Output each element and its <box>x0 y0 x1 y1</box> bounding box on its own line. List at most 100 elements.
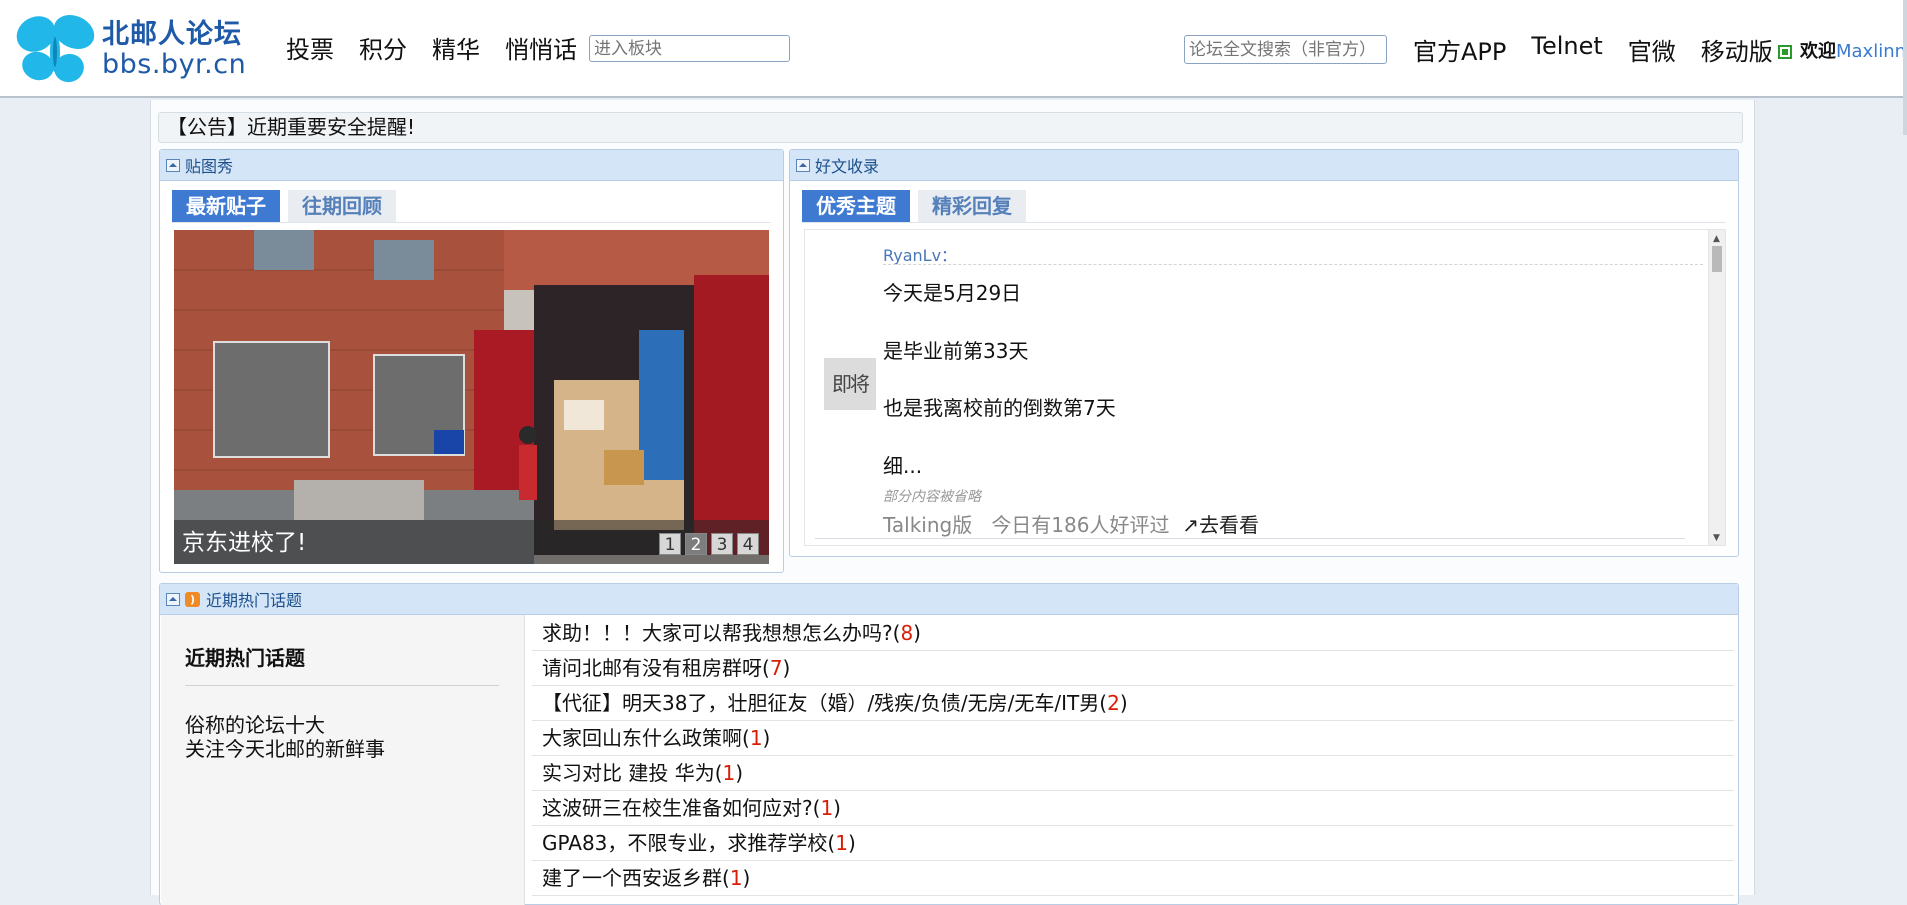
hot-topics-panel-title: 近期热门话题 <box>206 591 303 610</box>
butterfly-logo-icon[interactable] <box>14 12 98 88</box>
tab-latest-posts[interactable]: 最新贴子 <box>172 190 280 222</box>
hot-topics-desc: 俗称的论坛十大 关注今天北邮的新鲜事 <box>185 713 385 761</box>
reply-count: 8 <box>900 621 914 645</box>
pager-page-2[interactable]: 2 <box>685 533 707 555</box>
site-header: 北邮人论坛 bbs.byr.cn 投票 积分 精华 悄悄话 官方APP Teln… <box>0 0 1907 98</box>
post-line-2: 是毕业前第33天 <box>883 339 1029 363</box>
list-item[interactable]: 求助！！！大家可以帮我想想怎么办吗?(8) <box>532 616 1734 651</box>
reply-count: 1 <box>749 726 763 750</box>
reply-count: 1 <box>729 866 743 890</box>
pic-show-header: 贴图秀 <box>160 150 783 181</box>
good-posts-header: 好文收录 <box>790 150 1738 181</box>
topic-title[interactable]: 【代征】明天38了，壮胆征友（婚）/残疾/负债/无房/无车/IT男 <box>542 691 1099 715</box>
post-line-4: 细... <box>883 454 923 478</box>
hot-topics-header: ) 近期热门话题 <box>160 584 1738 615</box>
scroll-up-icon[interactable]: ▲ <box>1713 234 1720 244</box>
topic-title[interactable]: 建了一个西安返乡群 <box>542 866 722 890</box>
tab-wonderful-replies[interactable]: 精彩回复 <box>918 190 1026 222</box>
photo-pager: 1 2 3 4 <box>659 533 759 555</box>
reply-count: 7 <box>769 656 783 680</box>
tab-divider <box>172 222 771 223</box>
nav-messages[interactable]: 悄悄话 <box>505 30 577 65</box>
author-divider <box>883 264 1703 265</box>
reply-count: 1 <box>835 831 848 855</box>
post-divider <box>815 538 1685 539</box>
board-link[interactable]: Talking版 <box>883 513 972 537</box>
collapse-icon[interactable] <box>166 593 180 606</box>
fulltext-search-input[interactable] <box>1184 35 1387 64</box>
post-line-1: 今天是5月29日 <box>883 281 1022 305</box>
hot-topics-list: 求助！！！大家可以帮我想想怎么办吗?(8) 请问北邮有没有租房群呀(7) 【代征… <box>532 616 1734 896</box>
hot-topics-title: 近期热门话题 <box>185 646 305 670</box>
author-suffix: ： <box>941 246 958 265</box>
list-item[interactable]: 大家回山东什么政策啊(1) <box>532 721 1734 756</box>
post-author[interactable]: RyanLv： <box>883 242 957 266</box>
nav-official-app[interactable]: 官方APP <box>1413 32 1506 67</box>
list-item[interactable]: GPA83，不限专业，求推荐学校(1) <box>532 826 1734 861</box>
post-line-3: 也是我离校前的倒数第7天 <box>883 396 1116 420</box>
author-name[interactable]: RyanLv <box>883 246 941 265</box>
scroll-down-icon[interactable]: ▼ <box>1713 533 1720 543</box>
hot-topics-sidebar: 近期热门话题 俗称的论坛十大 关注今天北邮的新鲜事 <box>161 615 525 905</box>
logo-domain: bbs.byr.cn <box>102 49 247 80</box>
tab-excellent-topics[interactable]: 优秀主题 <box>802 190 910 222</box>
featured-photo[interactable]: 京东进校了! 1 2 3 4 <box>174 230 769 564</box>
scroll-thumb[interactable] <box>1712 246 1722 272</box>
welcome-area: 欢迎Maxlinn <box>1778 37 1906 63</box>
topic-title[interactable]: 实习对比 建投 华为 <box>542 761 715 785</box>
collapse-icon[interactable] <box>166 159 180 172</box>
post-avatar[interactable]: 即将美好 <box>824 358 876 410</box>
page-scrollbar[interactable] <box>1903 0 1907 135</box>
collapse-icon[interactable] <box>796 159 810 172</box>
goto-link[interactable]: ↗去看看 <box>1182 513 1259 537</box>
post-footer: Talking版 今日有186人好评过 ↗去看看 <box>883 509 1259 538</box>
username-link[interactable]: Maxlinn <box>1836 41 1906 62</box>
hot-topics-panel: ) 近期热门话题 近期热门话题 俗称的论坛十大 关注今天北邮的新鲜事 求助！！！大… <box>159 583 1739 905</box>
topic-title[interactable]: GPA83，不限专业，求推荐学校 <box>542 831 827 855</box>
pager-page-1[interactable]: 1 <box>659 533 681 555</box>
nav-mobile[interactable]: 移动版 <box>1701 32 1773 67</box>
hot-desc-line-2: 关注今天北邮的新鲜事 <box>185 737 385 761</box>
secondary-nav: 官方APP Telnet 官微 移动版 <box>1413 32 1773 67</box>
photo-image <box>174 230 769 564</box>
nav-weibo[interactable]: 官微 <box>1628 32 1676 67</box>
online-status-icon <box>1778 45 1792 59</box>
main-nav: 投票 积分 精华 悄悄话 <box>286 30 577 65</box>
featured-post: RyanLv： 即将美好 今天是5月29日 是毕业前第33天 也是我离校前的倒数… <box>804 229 1726 546</box>
today-count: 今日有186人好评过 <box>991 513 1170 537</box>
post-scrollbar[interactable]: ▲ ▼ <box>1708 230 1725 545</box>
topic-title[interactable]: 请问北邮有没有租房群呀 <box>542 656 762 680</box>
hot-topics-divider <box>185 685 499 686</box>
nav-points[interactable]: 积分 <box>359 30 407 65</box>
rss-icon[interactable]: ) <box>185 592 200 607</box>
topic-title[interactable]: 求助！！！大家可以帮我想想怎么办吗? <box>542 621 893 645</box>
reply-count: 1 <box>722 761 736 785</box>
logo-text[interactable]: 北邮人论坛 bbs.byr.cn <box>102 20 246 80</box>
photo-caption[interactable]: 京东进校了! <box>182 523 306 557</box>
welcome-label: 欢迎 <box>1800 41 1836 62</box>
nav-vote[interactable]: 投票 <box>286 30 334 65</box>
board-search-input[interactable] <box>589 35 790 62</box>
tab-divider <box>802 222 1726 223</box>
topic-title[interactable]: 大家回山东什么政策啊 <box>542 726 742 750</box>
announcement-bar[interactable]: 【公告】近期重要安全提醒! <box>158 112 1743 143</box>
list-item[interactable]: 请问北邮有没有租房群呀(7) <box>532 651 1734 686</box>
reply-count: 1 <box>820 796 834 820</box>
list-item[interactable]: 这波研三在校生准备如何应对?(1) <box>532 791 1734 826</box>
pager-page-4[interactable]: 4 <box>737 533 759 555</box>
list-item[interactable]: 【代征】明天38了，壮胆征友（婚）/残疾/负债/无房/无车/IT男(2) <box>532 686 1734 721</box>
pager-page-3[interactable]: 3 <box>711 533 733 555</box>
topic-title[interactable]: 这波研三在校生准备如何应对? <box>542 796 813 820</box>
nav-telnet[interactable]: Telnet <box>1531 32 1602 67</box>
pic-show-title: 贴图秀 <box>185 157 234 176</box>
hot-desc-line-1: 俗称的论坛十大 <box>185 713 325 737</box>
list-item[interactable]: 实习对比 建投 华为(1) <box>532 756 1734 791</box>
tab-past-review[interactable]: 往期回顾 <box>288 190 396 222</box>
good-posts-title: 好文收录 <box>815 157 880 176</box>
good-posts-tabs: 优秀主题 精彩回复 <box>802 190 1026 222</box>
nav-digest[interactable]: 精华 <box>432 30 480 65</box>
list-item[interactable]: 建了一个西安返乡群(1) <box>532 861 1734 896</box>
omitted-note: 部分内容被省略 <box>883 489 981 505</box>
reply-count: 2 <box>1107 691 1120 715</box>
pic-show-tabs: 最新贴子 往期回顾 <box>172 190 396 222</box>
